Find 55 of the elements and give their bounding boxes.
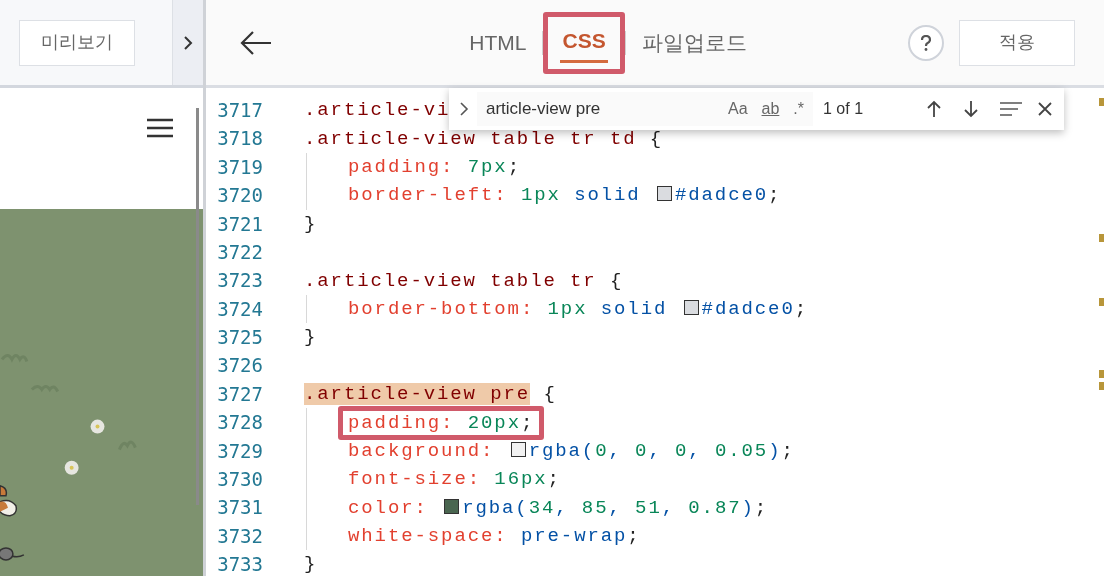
code-line: border-bottom: 1px solid #dadce0;: [348, 296, 808, 321]
help-icon: [921, 34, 931, 51]
code-line: font-size: 16px;: [348, 467, 561, 492]
code-line: color: rgba(34, 85, 51, 0.87);: [348, 495, 769, 520]
arrow-up-icon[interactable]: [926, 100, 942, 118]
line-number: 3719: [216, 154, 263, 180]
search-option-toggle[interactable]: .*: [790, 97, 807, 121]
arrow-down-icon[interactable]: [963, 100, 979, 118]
tab[interactable]: HTML: [467, 22, 529, 63]
help-button[interactable]: [908, 24, 944, 61]
preview-button[interactable]: 미리보기: [19, 19, 135, 66]
code-line: padding: 7px;: [348, 154, 521, 179]
code-line: .article-vi: [304, 98, 451, 123]
tab[interactable]: 파일업로드: [639, 22, 749, 63]
line-number: 3732: [216, 523, 263, 549]
code-line: white-space: pre-wrap;: [348, 524, 641, 549]
line-number: 3723: [216, 268, 263, 294]
line-number: 3725: [216, 325, 263, 351]
find-input-field[interactable]: article-view pre Aa ab .*: [477, 92, 813, 126]
chevron-right-icon[interactable]: [459, 101, 469, 117]
code-line: .article-view table tr td {: [304, 126, 664, 151]
ruler-mark: [1099, 298, 1104, 306]
line-number: 3724: [216, 296, 263, 322]
line-number: 3722: [216, 239, 263, 265]
menu-icon[interactable]: [147, 118, 173, 138]
line-number: 3729: [216, 438, 263, 464]
line-number: 3728: [216, 410, 263, 436]
line-number: 3720: [216, 183, 263, 209]
line-number: 3721: [216, 211, 263, 237]
line-number: 3731: [216, 495, 263, 521]
code-line: }: [304, 552, 318, 576]
lines-icon[interactable]: [1000, 102, 1022, 116]
code-line: }: [304, 211, 318, 236]
code-line: border-left: 1px solid #dadce0;: [348, 183, 782, 208]
search-option-toggle[interactable]: Aa: [724, 97, 751, 121]
code-line: .article-view table tr {: [304, 268, 624, 293]
chevron-right-icon: [183, 34, 193, 51]
search-option-toggle[interactable]: ab: [758, 97, 783, 121]
ruler-mark: [1099, 98, 1104, 106]
line-number: 3718: [216, 126, 263, 152]
code-line: .article-view pre {: [304, 382, 557, 407]
code-line: }: [304, 325, 318, 350]
line-number: 3733: [216, 552, 263, 576]
code-line: background: rgba(0, 0, 0, 0.05);: [348, 438, 795, 463]
scrollbar[interactable]: [196, 108, 199, 505]
apply-button[interactable]: 적용: [959, 19, 1075, 66]
match-count: 1 of 1: [823, 99, 864, 119]
tab[interactable]: CSS: [560, 22, 608, 63]
line-number: 3726: [216, 353, 263, 379]
line-number: 3730: [216, 467, 263, 493]
close-icon[interactable]: [1038, 102, 1052, 116]
ruler-mark: [1099, 234, 1104, 242]
back-arrow-icon[interactable]: [240, 29, 272, 56]
line-number: 3727: [216, 381, 263, 407]
line-number: 3717: [216, 97, 263, 123]
